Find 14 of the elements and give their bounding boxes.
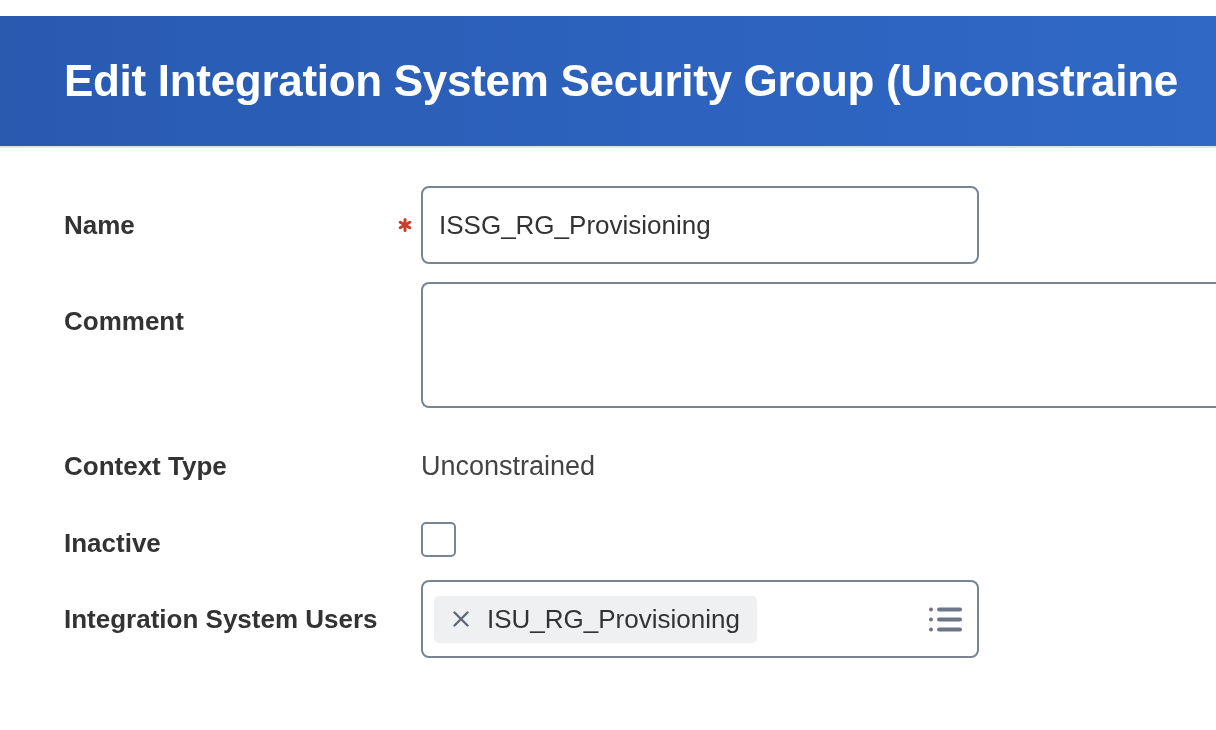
page-title: Edit Integration System Security Group (Unconstraine [64, 54, 1178, 107]
field-label: Integration System Users [64, 604, 378, 634]
field-value: Unconstrained [421, 451, 596, 481]
list-icon[interactable] [929, 606, 962, 632]
comment-input-field[interactable] [421, 282, 1216, 408]
name-input-field[interactable]: ISSG_RG_Provisioning [421, 186, 979, 264]
field-label: Inactive [64, 528, 161, 558]
users-select-field[interactable]: ISU_RG_Provisioning [421, 580, 979, 658]
remove-icon[interactable] [453, 611, 469, 627]
field-label: Name [64, 210, 135, 240]
field-label: Comment [64, 306, 184, 336]
field-label: Context Type [64, 451, 227, 481]
checkbox[interactable] [421, 522, 456, 557]
selected-user-chip[interactable]: ISU_RG_Provisioning [434, 595, 757, 643]
